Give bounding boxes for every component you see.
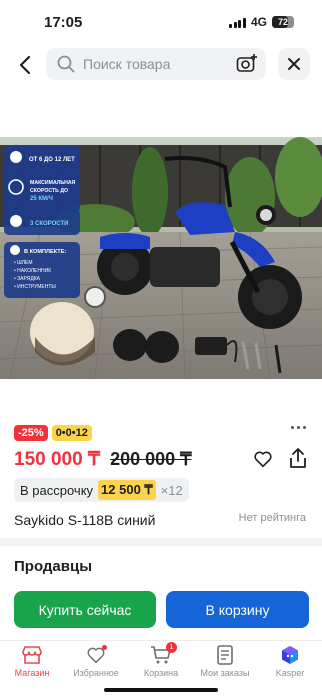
favorite-button[interactable] [252,448,274,470]
current-price: 150 000 ₸ [14,449,101,470]
image-pager[interactable] [291,426,306,429]
battery-icon: 72 [272,16,294,28]
orders-icon [214,645,236,665]
product-photo: ОТ 6 ДО 12 ЛЕТ МАКСИМАЛЬНАЯ СКОРОСТЬ ДО … [0,137,322,379]
tab-cart-label: Корзина [143,668,179,678]
buy-now-button[interactable]: Купить сейчас [14,591,156,628]
heart-icon [254,451,272,468]
info-kit-1: • ШЛЕМ [14,260,33,266]
installment-label: В рассрочку [20,482,94,498]
installment-chip[interactable]: В рассрочку 12 500 ₸ ×12 [14,478,189,502]
status-time: 17:05 [44,14,83,31]
info-age: ОТ 6 ДО 12 ЛЕТ [29,157,75,163]
old-price: 200 000 ₸ [110,449,192,469]
add-to-cart-button[interactable]: В корзину [166,591,309,628]
home-indicator [104,688,218,692]
product-page: 17:05 4G 72 Поиск товара ОТ 6 ДО 12 ЛЕТ … [0,0,322,700]
tab-kasper[interactable]: Kasper [260,645,320,678]
network-label: 4G [250,15,267,29]
info-kit-title: В КОМПЛЕКТЕ: [24,249,66,255]
product-name: Saykido S-118B синий [14,512,156,528]
signal-icon [229,17,246,28]
tab-shop[interactable]: Магазин [2,645,62,678]
price-row: 150 000 ₸ 200 000 ₸ [14,448,192,471]
tab-bar: Магазин Избранное 1 Корзина Мои заказы K… [0,640,322,700]
info-speed-3: 25 КМ/Ч [30,196,53,202]
section-divider [0,538,322,546]
close-icon [288,58,300,70]
tab-cart[interactable]: 1 Корзина [131,642,191,678]
promo-badges: -25% 0•0•12 [14,425,92,441]
tab-shop-label: Магазин [14,668,50,678]
share-button[interactable] [287,446,309,470]
search-header: Поиск товара [0,48,322,82]
camera-search-button[interactable] [236,53,258,75]
info-gears: 3 СКОРОСТИ [30,221,68,227]
installment-amount: 12 500 ₸ [98,480,156,500]
share-icon [290,448,306,468]
camera-plus-icon [236,54,257,72]
favorites-dot [102,645,107,650]
status-bar: 17:05 4G 72 [0,0,322,44]
info-speed-2: СКОРОСТЬ ДО [30,188,68,194]
tab-orders[interactable]: Мои заказы [195,645,255,678]
installment-multiplier: ×12 [160,482,183,498]
back-button[interactable] [14,53,36,77]
tab-orders-label: Мои заказы [200,668,250,678]
search-input[interactable]: Поиск товара [46,48,266,80]
search-placeholder: Поиск товара [83,56,171,72]
info-kit-3: • ЗАРЯДКА [14,276,41,282]
battery-level: 72 [277,17,288,27]
close-button[interactable] [278,48,310,80]
info-speed-1: МАКСИМАЛЬНАЯ [30,180,76,186]
tab-favorites-label: Избранное [73,668,119,678]
cart-icon: 1 [150,642,177,665]
chevron-left-icon [19,55,31,75]
installment-badge: 0•0•12 [51,425,92,441]
search-icon [56,54,76,74]
info-kit-2: • НАКОЛЕННИК [14,268,51,274]
heart-icon [85,645,107,665]
cart-count-badge: 1 [166,642,177,653]
shop-icon [21,645,43,665]
discount-badge: -25% [14,425,48,441]
kasper-icon [279,645,301,665]
product-image[interactable]: ОТ 6 ДО 12 ЛЕТ МАКСИМАЛЬНАЯ СКОРОСТЬ ДО … [0,137,322,379]
tab-favorites[interactable]: Избранное [66,645,126,678]
status-indicators: 4G 72 [229,15,294,29]
sellers-title: Продавцы [14,558,93,575]
info-kit-4: • ИНСТРУМЕНТЫ [14,284,56,290]
rating-text[interactable]: Нет рейтинга [239,512,306,524]
tab-kasper-label: Kasper [275,668,305,678]
